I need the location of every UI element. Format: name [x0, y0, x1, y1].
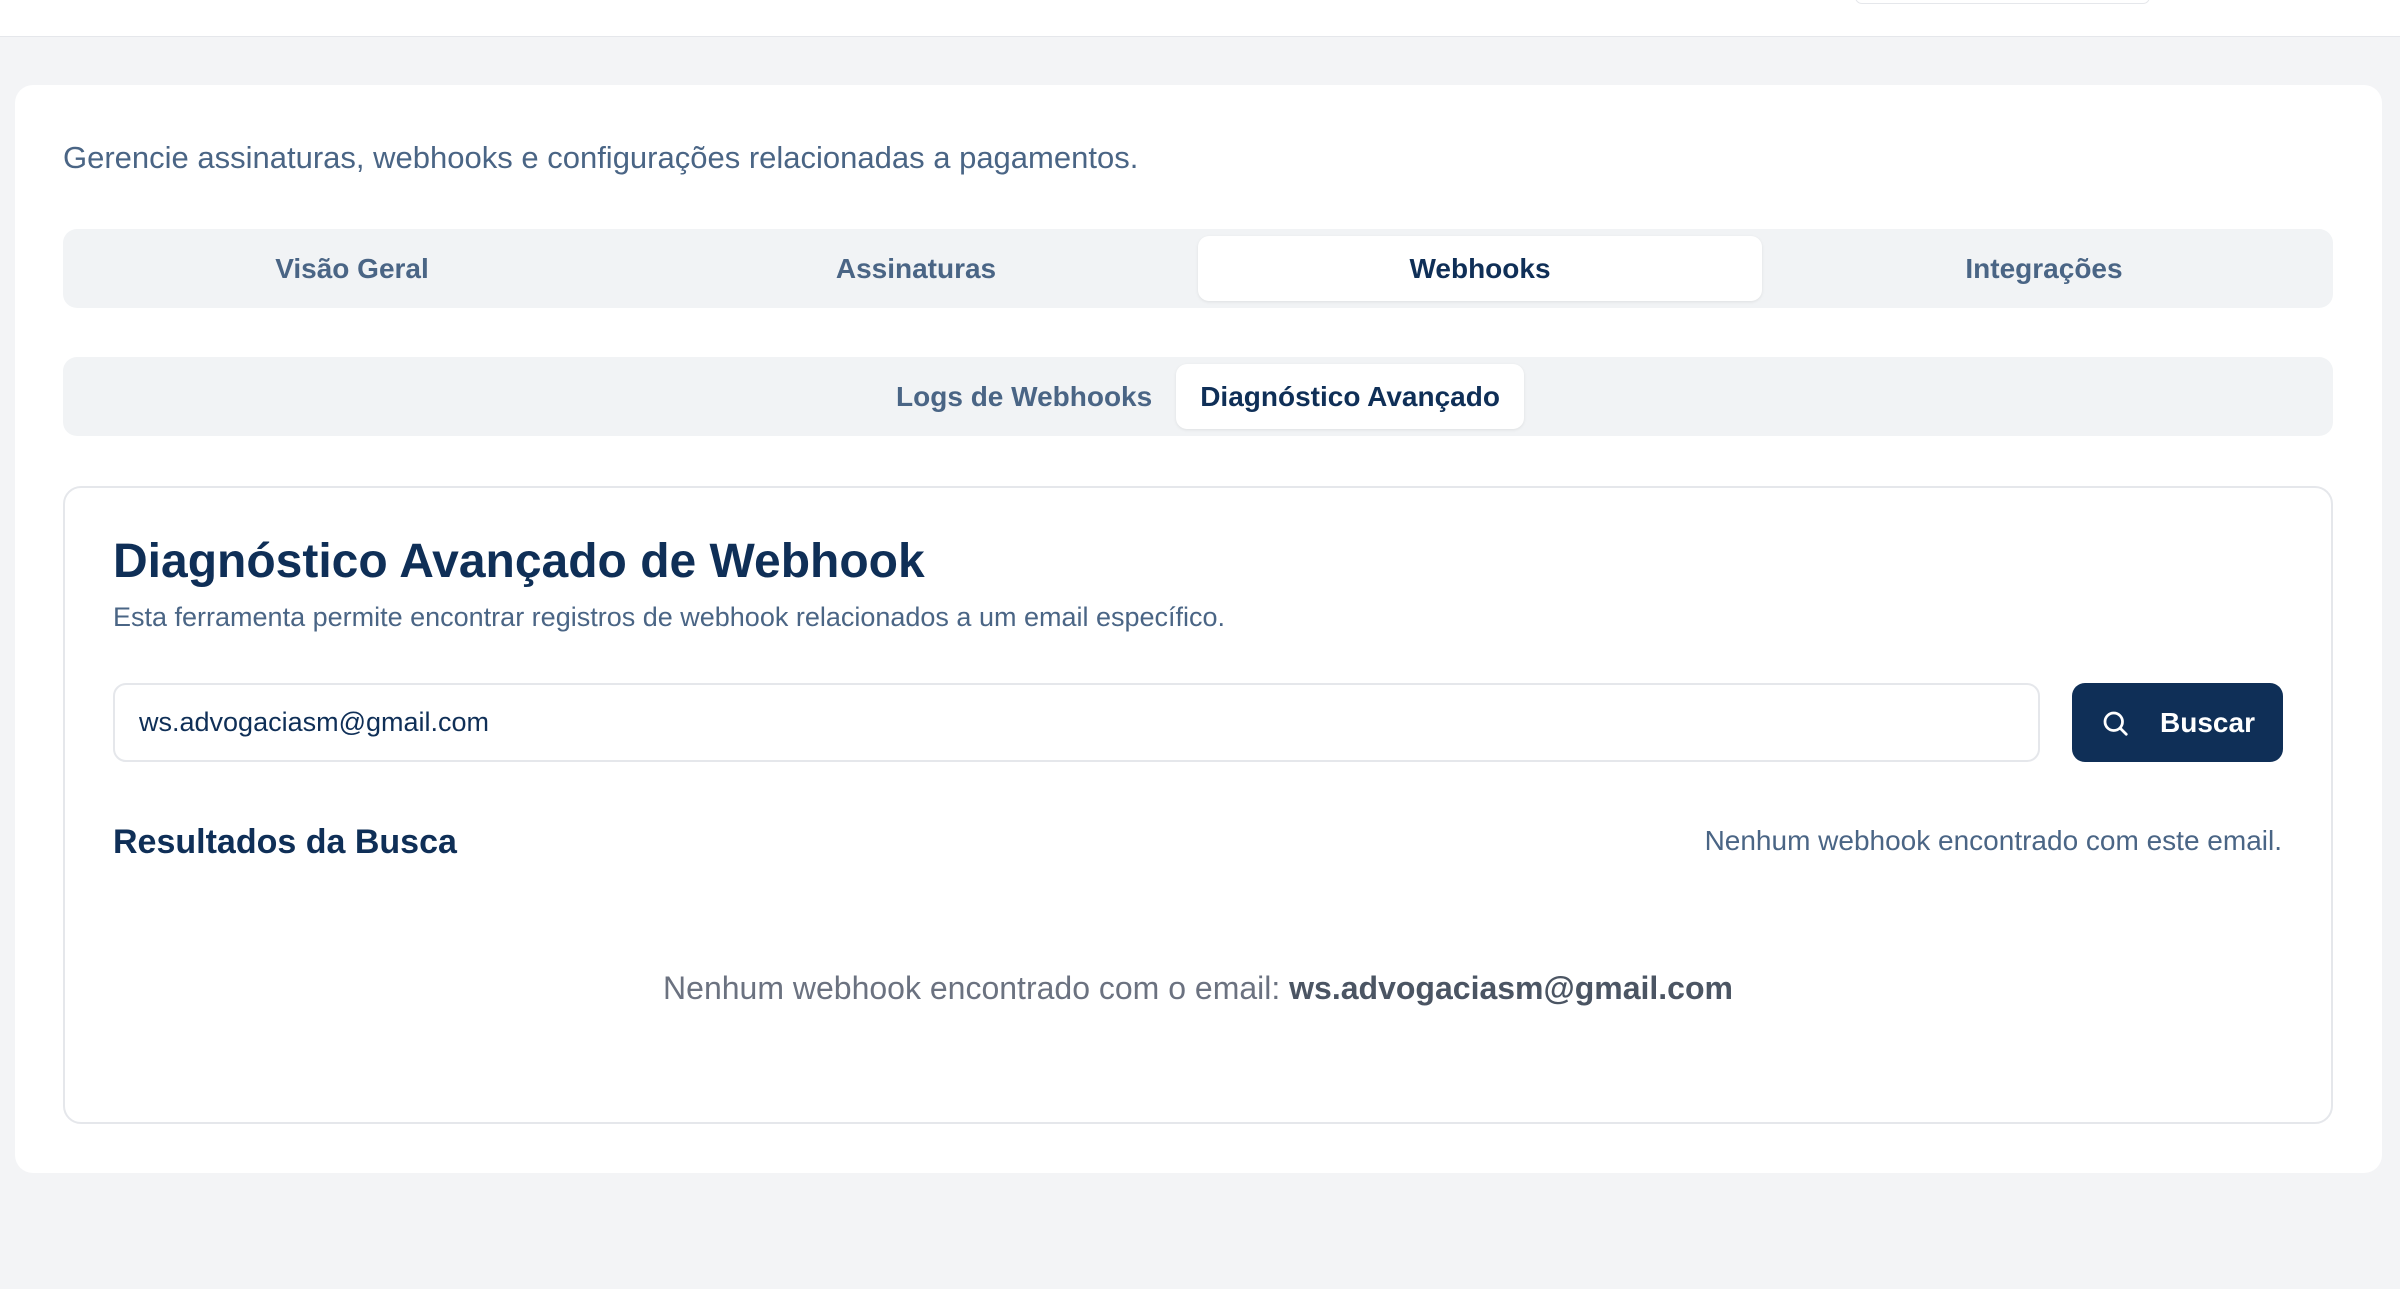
main-tabs: Visão Geral Assinaturas Webhooks Integra…	[63, 229, 2333, 308]
results-status: Nenhum webhook encontrado com este email…	[1704, 825, 2282, 856]
diagnostic-description: Esta ferramenta permite encontrar regist…	[113, 602, 1226, 632]
empty-results-message: Nenhum webhook encontrado com o email: w…	[63, 968, 2333, 1008]
tab-integracoes[interactable]: Integrações	[1762, 236, 2326, 301]
tab-webhooks[interactable]: Webhooks	[1198, 236, 1762, 301]
empty-message-email: ws.advogaciasm@gmail.com	[1289, 970, 1733, 1006]
search-button-label: Buscar	[2160, 706, 2255, 738]
results-title: Resultados da Busca	[113, 823, 457, 861]
top-bar	[0, 0, 2400, 37]
webhook-subtabs: Logs de Webhooks Diagnóstico Avançado	[63, 357, 2333, 436]
diagnostic-title: Diagnóstico Avançado de Webhook	[113, 535, 925, 588]
search-button[interactable]: Buscar	[2072, 683, 2283, 762]
search-icon	[2100, 708, 2130, 738]
page-subtitle: Gerencie assinaturas, webhooks e configu…	[63, 140, 1139, 175]
subtab-diagnostico-avancado[interactable]: Diagnóstico Avançado	[1176, 364, 1524, 429]
email-search-input[interactable]	[113, 683, 2040, 762]
tab-assinaturas[interactable]: Assinaturas	[634, 236, 1198, 301]
subtab-logs-webhooks[interactable]: Logs de Webhooks	[872, 364, 1176, 429]
tab-visao-geral[interactable]: Visão Geral	[70, 236, 634, 301]
top-bar-control[interactable]	[1855, 0, 2150, 4]
empty-message-prefix: Nenhum webhook encontrado com o email:	[663, 970, 1281, 1006]
